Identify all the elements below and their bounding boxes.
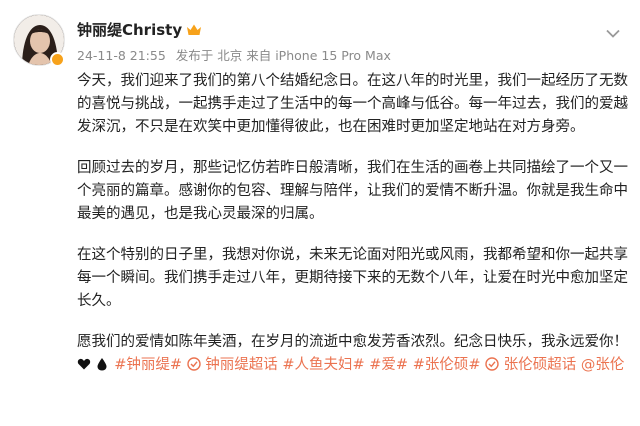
super-topic-icon — [186, 356, 201, 371]
water-drop-emoji — [96, 356, 110, 371]
post-body: 今天，我们迎来了我们的第八个结婚纪念日。在这八年的时光里，我们一起经历了无数的喜… — [77, 70, 632, 377]
chevron-down-icon[interactable] — [602, 22, 624, 44]
post-paragraph: 今天，我们迎来了我们的第八个结婚纪念日。在这八年的时光里，我们一起经历了无数的喜… — [77, 73, 628, 135]
post-paragraph: 在这个特别的日子里，我想对你说，未来无论面对阳光或风雨，我都希望和你一起共享每一… — [77, 247, 628, 309]
super-topic-link[interactable]: 张伦硕超话 — [504, 357, 577, 373]
verified-badge — [50, 52, 65, 67]
username-row[interactable]: 钟丽缇Christy — [77, 19, 202, 40]
mention-link[interactable]: @张伦 — [581, 357, 625, 373]
super-topic-icon — [485, 356, 499, 371]
hashtag-link[interactable]: #张伦硕# — [413, 357, 481, 373]
post-timestamp: 24-11-8 21:55 — [77, 48, 166, 63]
hashtag-link[interactable]: #爱# — [369, 357, 408, 373]
post-paragraph-last: 愿我们的爱情如陈年美酒，在岁月的流逝中愈发芳香浓烈。纪念日快乐，我永远爱你！ #… — [77, 331, 632, 377]
post-meta: 24-11-8 21:55 发布于 北京 来自 iPhone 15 Pro Ma… — [77, 45, 397, 64]
username[interactable]: 钟丽缇Christy — [77, 19, 182, 40]
crown-icon — [186, 23, 202, 37]
black-heart-emoji — [77, 356, 91, 370]
post-source: 发布于 北京 来自 iPhone 15 Pro Max — [175, 48, 391, 63]
super-topic-link[interactable]: 钟丽缇超话 — [205, 357, 278, 373]
post-paragraph: 回顾过去的岁月，那些记忆仿若昨日般清晰，我们在生活的画卷上共同描绘了一个又一个亮… — [77, 160, 628, 222]
hashtag-link[interactable]: #钟丽缇# — [114, 357, 182, 373]
post-text: 愿我们的爱情如陈年美酒，在岁月的流逝中愈发芳香浓烈。纪念日快乐，我永远爱你！ — [77, 334, 628, 350]
hashtag-link[interactable]: #人鱼夫妇# — [282, 357, 364, 373]
post-header: 钟丽缇Christy 24-11-8 21:55 发布于 北京 来自 iPhon… — [0, 0, 640, 68]
